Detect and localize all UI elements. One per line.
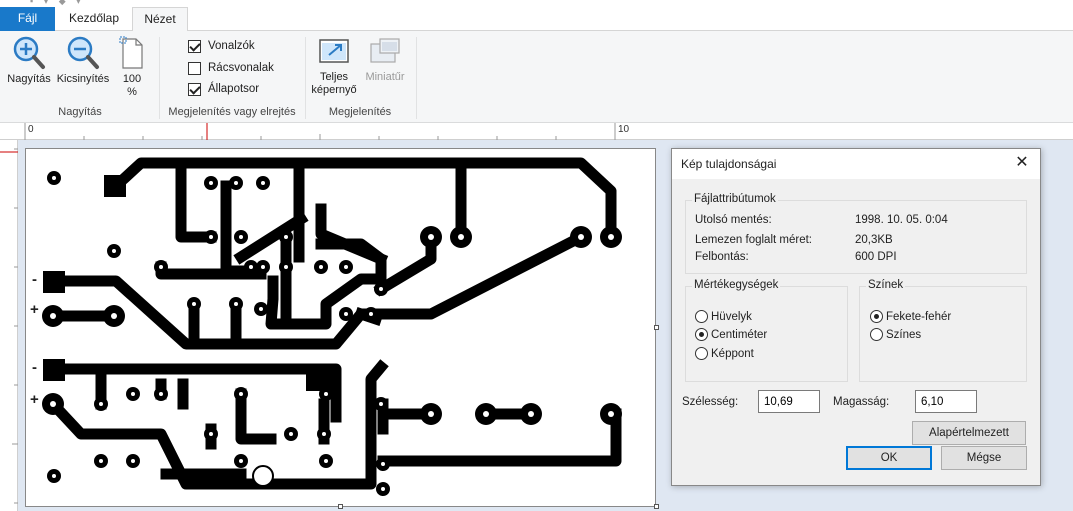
gridlines-checkbox[interactable]: Rácsvonalak xyxy=(188,59,274,77)
radio-centimeter-dot[interactable] xyxy=(695,328,708,341)
width-input[interactable] xyxy=(758,390,820,413)
zoom-out-label: Kicsinyítés xyxy=(56,73,110,85)
gridlines-check-box[interactable] xyxy=(188,61,201,75)
radio-pixel-dot[interactable] xyxy=(695,347,708,360)
dialog-title: Kép tulajdonságai xyxy=(681,157,777,171)
last-saved-value: 1998. 10. 05. 0:04 xyxy=(855,214,948,226)
ribbon-divider xyxy=(305,37,306,119)
page-icon xyxy=(119,36,143,69)
radio-color[interactable]: Színes xyxy=(870,328,921,341)
fullscreen-icon xyxy=(319,39,349,63)
close-icon[interactable]: ✕ xyxy=(1012,154,1032,174)
display-group-label: Megjelenítés xyxy=(328,106,392,118)
pcb-image[interactable]: - + - + xyxy=(25,148,656,507)
radio-inch-label: Hüvelyk xyxy=(711,310,752,323)
disk-size-label: Lemezen foglalt méret: xyxy=(695,234,812,246)
radio-centimeter[interactable]: Centiméter xyxy=(695,328,767,341)
rulers-check-box[interactable] xyxy=(188,39,201,53)
units-legend: Mértékegységek xyxy=(692,279,781,291)
cancel-button[interactable]: Mégse xyxy=(941,446,1027,470)
radio-color-label: Színes xyxy=(886,328,922,341)
minus-label: - xyxy=(32,271,37,288)
disk-size-value: 20,3KB xyxy=(855,234,893,246)
zoom-in-label: Nagyítás xyxy=(7,73,51,85)
height-input[interactable] xyxy=(915,390,977,413)
statusbar-label: Állapotsor xyxy=(208,83,260,95)
radio-black-white[interactable]: Fekete-fehér xyxy=(870,310,951,323)
resolution-label: Felbontás: xyxy=(695,251,749,263)
file-attributes-legend: Fájlattribútumok xyxy=(692,193,778,205)
height-label: Magasság: xyxy=(833,396,890,408)
ruler-mark-0: 0 xyxy=(28,124,34,135)
zoom-100-button[interactable]: 100 % xyxy=(114,35,150,99)
statusbar-check-box[interactable] xyxy=(188,82,201,96)
thumbnail-icon xyxy=(370,38,400,63)
radio-pixel[interactable]: Képpont xyxy=(695,347,754,360)
radio-color-dot[interactable] xyxy=(870,328,883,341)
pcb-drawing xyxy=(42,157,622,496)
vertical-ruler-ticks xyxy=(0,148,18,504)
zoom-out-icon xyxy=(67,36,99,69)
horizontal-ruler: 0 10 xyxy=(0,123,1073,140)
thumbnail-label: Miniatűr xyxy=(365,71,405,83)
resize-handle-right[interactable] xyxy=(654,325,659,330)
ribbon: Nagyítás Kicsinyítés 100 % Nagyítás Vona… xyxy=(0,31,1073,123)
image-properties-dialog: Kép tulajdonságai ✕ Fájlattribútumok Uto… xyxy=(671,148,1041,486)
ok-button[interactable]: OK xyxy=(846,446,932,470)
rulers-checkbox[interactable]: Vonalzók xyxy=(188,37,255,55)
dialog-title-bar: Kép tulajdonságai ✕ xyxy=(672,149,1040,179)
fullscreen-label-2: képernyő xyxy=(311,84,357,96)
ruler-mark-10: 10 xyxy=(618,124,630,135)
zoom-100-label-1: 100 xyxy=(122,73,142,85)
plus-label: + xyxy=(30,391,39,408)
radio-inch[interactable]: Hüvelyk xyxy=(695,310,752,323)
rulers-label: Vonalzók xyxy=(208,40,255,52)
gridlines-label: Rácsvonalak xyxy=(208,62,274,74)
resize-handle-bottom[interactable] xyxy=(338,504,343,509)
radio-black-white-dot[interactable] xyxy=(870,310,883,323)
colors-legend: Színek xyxy=(866,279,906,291)
zoom-in-button[interactable]: Nagyítás xyxy=(6,35,52,86)
width-label: Szélesség: xyxy=(682,396,739,408)
fullscreen-button[interactable]: Teljes képernyő xyxy=(310,35,358,97)
tab-view[interactable]: Nézet xyxy=(132,7,188,32)
fullscreen-label-1: Teljes xyxy=(319,71,349,83)
ribbon-tab-bar: ▪ ▾ ◆ ▾ Fájl Kezdőlap Nézet xyxy=(0,0,1073,32)
zoom-in-icon xyxy=(13,36,45,69)
statusbar-checkbox[interactable]: Állapotsor xyxy=(188,80,259,98)
radio-black-white-label: Fekete-fehér xyxy=(886,310,952,323)
show-hide-group-label: Megjelenítés vagy elrejtés xyxy=(168,106,296,118)
tab-home[interactable]: Kezdőlap xyxy=(60,7,128,31)
radio-inch-dot[interactable] xyxy=(695,310,708,323)
ruler-ticks xyxy=(24,123,616,140)
zoom-group-label: Nagyítás xyxy=(58,106,102,118)
resolution-value: 600 DPI xyxy=(855,251,897,263)
tab-file[interactable]: Fájl xyxy=(0,7,55,31)
default-button[interactable]: Alapértelmezett xyxy=(912,421,1026,445)
zoom-100-label-2: % xyxy=(127,86,137,98)
minus-label: - xyxy=(32,359,37,376)
ribbon-divider xyxy=(416,37,417,119)
thumbnail-button[interactable]: Miniatűr xyxy=(360,35,410,84)
radio-centimeter-label: Centiméter xyxy=(711,328,768,341)
radio-pixel-label: Képpont xyxy=(711,347,754,360)
quick-access-toolbar: ▪ ▾ ◆ ▾ xyxy=(30,0,85,6)
zoom-out-button[interactable]: Kicsinyítés xyxy=(54,35,112,86)
resize-handle-corner[interactable] xyxy=(654,504,659,509)
last-saved-label: Utolsó mentés: xyxy=(695,214,772,226)
vertical-ruler xyxy=(0,140,18,511)
plus-label: + xyxy=(30,301,39,318)
